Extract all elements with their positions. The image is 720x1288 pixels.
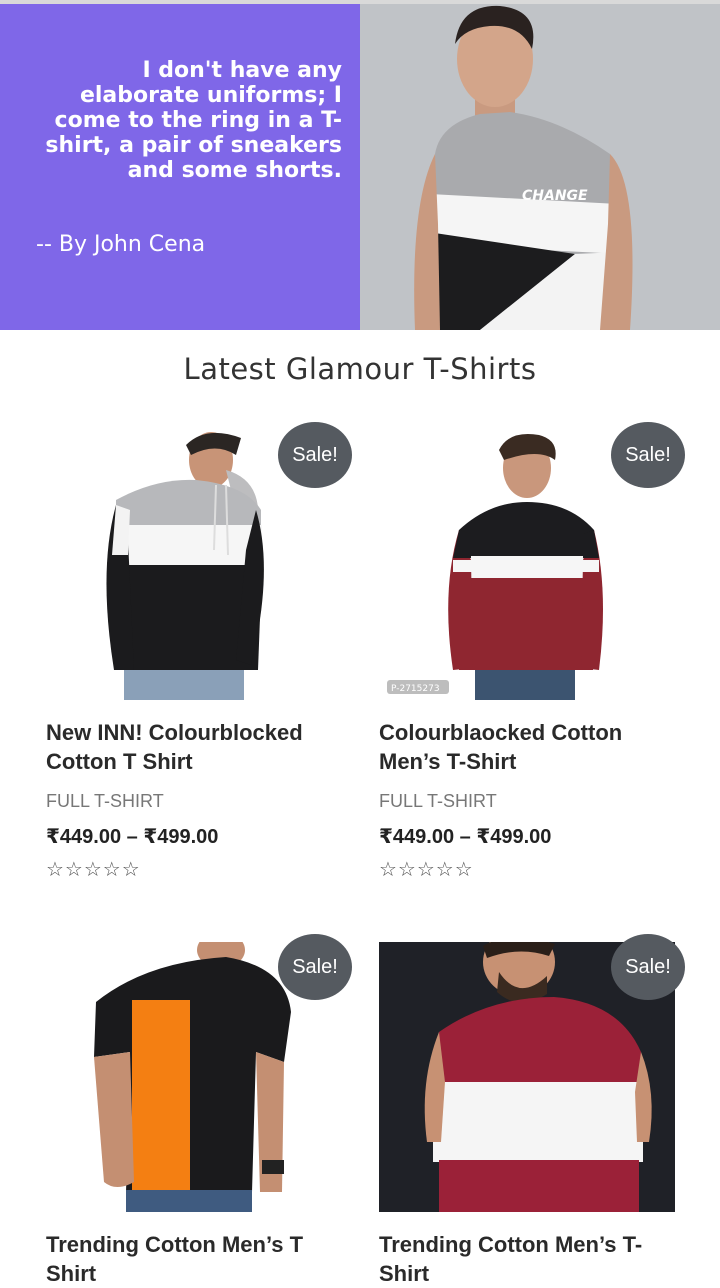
product-title[interactable]: Trending Cotton Men’s T Shirt [46, 1230, 346, 1288]
sale-badge: Sale! [278, 422, 352, 488]
product-title-line[interactable]: Men’s T-Shirt [379, 747, 679, 776]
product-title-line[interactable]: Shirt [46, 1259, 346, 1288]
product-title-line[interactable]: Colourblaocked Cotton [379, 718, 679, 747]
product-title[interactable]: Colourblaocked Cotton Men’s T-Shirt [379, 718, 679, 776]
rating-stars: ☆☆☆☆☆ [46, 859, 141, 881]
product-title[interactable]: New INN! Colourblocked Cotton T Shirt [46, 718, 346, 776]
product-category[interactable]: FULL T-SHIRT [379, 791, 497, 812]
product-title[interactable]: Trending Cotton Men’s T- Shirt [379, 1230, 679, 1288]
product-title-line[interactable]: Trending Cotton Men’s T- [379, 1230, 679, 1259]
product-category[interactable]: FULL T-SHIRT [46, 791, 164, 812]
product-price: ₹449.00 – ₹499.00 [46, 826, 219, 848]
hero-banner: I don't have any elaborate uniforms; I c… [0, 4, 720, 330]
rating-stars: ☆☆☆☆☆ [379, 859, 474, 881]
shirt-print-text: CHANGE [522, 188, 588, 204]
hero-model-photo: CHANGE [360, 4, 720, 330]
sale-badge: Sale! [611, 934, 685, 1000]
sale-badge: Sale! [278, 934, 352, 1000]
quote-text: I don't have any elaborate uniforms; I c… [45, 58, 342, 183]
sale-badge: Sale! [611, 422, 685, 488]
product-title-line[interactable]: Shirt [379, 1259, 679, 1288]
quote-panel: I don't have any elaborate uniforms; I c… [0, 4, 360, 330]
product-title-line[interactable]: Cotton T Shirt [46, 747, 346, 776]
image-code-label: P-2715273 [391, 684, 440, 694]
product-title-line[interactable]: New INN! Colourblocked [46, 718, 346, 747]
product-title-line[interactable]: Trending Cotton Men’s T [46, 1230, 346, 1259]
quote-author: -- By John Cena [36, 232, 206, 257]
product-price: ₹449.00 – ₹499.00 [379, 826, 552, 848]
section-title: Latest Glamour T-Shirts [183, 352, 537, 386]
